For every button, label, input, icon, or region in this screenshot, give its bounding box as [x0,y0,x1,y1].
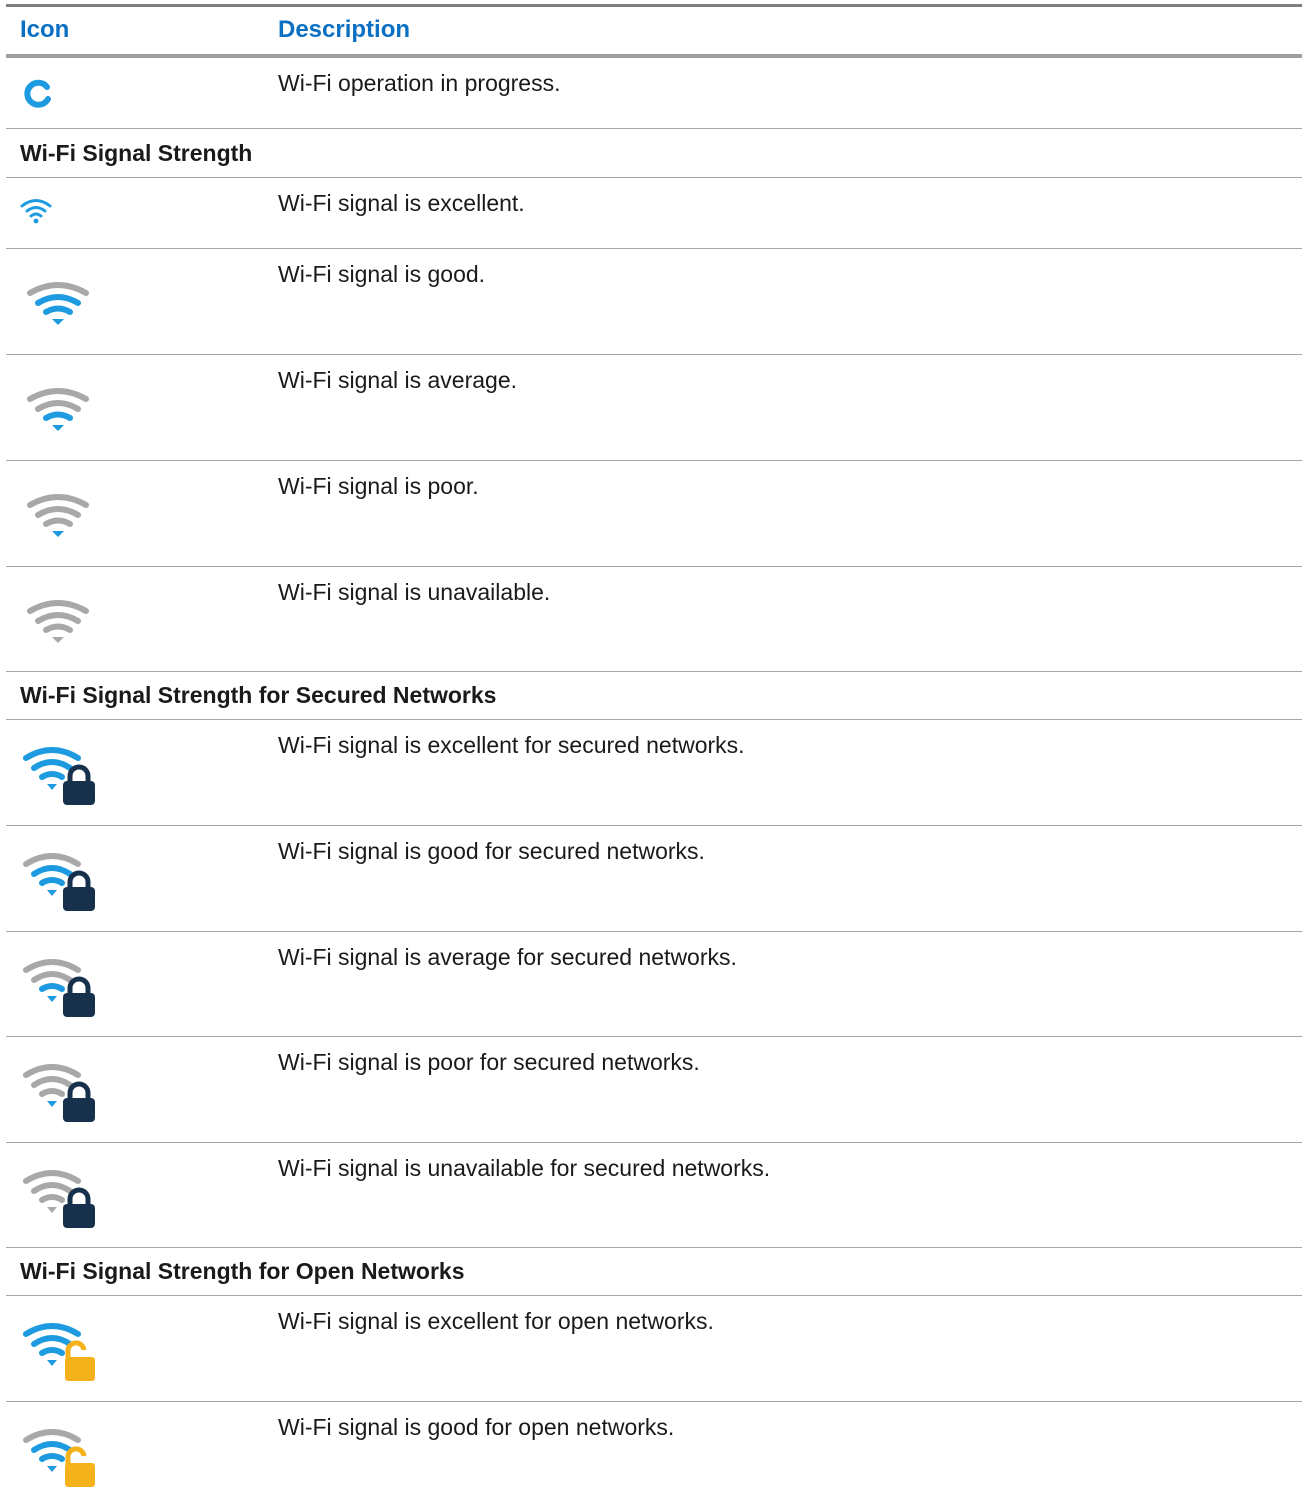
header-description: Description [278,16,411,43]
table-row: Wi-Fi signal is excellent for open netwo… [6,1296,1302,1402]
table-row: Wi-Fi signal is poor. [6,461,1302,567]
row-description: Wi-Fi signal is poor. [278,473,479,499]
row-description: Wi-Fi signal is excellent for open netwo… [278,1308,714,1334]
row-description: Wi-Fi signal is excellent. [278,190,525,216]
table-row: Wi-Fi signal is average. [6,355,1302,461]
wifi-secured-good-icon [18,850,108,934]
wifi-average-icon [18,383,108,467]
row-description: Wi-Fi signal is unavailable. [278,579,551,605]
section-header: Wi-Fi Signal Strength [6,129,1302,178]
wifi-secured-average-icon [18,956,108,1040]
wifi-unavailable-icon [18,595,108,679]
section-header: Wi-Fi Signal Strength for Secured Networ… [6,672,1302,720]
section-title: Wi-Fi Signal Strength for Open Networks [20,1258,465,1284]
wifi-progress-icon [18,74,58,114]
row-description: Wi-Fi signal is average for secured netw… [278,944,737,970]
section-title: Wi-Fi Signal Strength [20,140,253,166]
wifi-excellent-icon [18,196,54,226]
row-description: Wi-Fi signal is average. [278,367,518,393]
row-description: Wi-Fi operation in progress. [278,70,561,96]
wifi-good-icon [18,277,108,361]
table-row: Wi-Fi signal is unavailable. [6,567,1302,672]
section-title: Wi-Fi Signal Strength for Secured Networ… [20,682,497,708]
table-row: Wi-Fi signal is good for open networks. [6,1402,1302,1500]
row-description: Wi-Fi signal is good for open networks. [278,1414,675,1440]
table-row: Wi-Fi signal is unavailable for secured … [6,1143,1302,1248]
table-row: Wi-Fi signal is poor for secured network… [6,1037,1302,1143]
row-description: Wi-Fi signal is poor for secured network… [278,1049,700,1075]
wifi-secured-unavailable-icon [18,1167,108,1251]
table-row: Wi-Fi signal is good. [6,249,1302,355]
wifi-secured-excellent-icon [18,744,108,828]
row-description: Wi-Fi signal is good for secured network… [278,838,705,864]
section-header: Wi-Fi Signal Strength for Open Networks [6,1248,1302,1296]
table-row: Wi-Fi operation in progress. [6,58,1302,129]
table-header: Icon Description [6,7,1302,58]
row-description: Wi-Fi signal is good. [278,261,486,287]
table-row: Wi-Fi signal is average for secured netw… [6,932,1302,1037]
table-row: Wi-Fi signal is excellent for secured ne… [6,720,1302,826]
wifi-open-good-icon [18,1426,108,1510]
row-description: Wi-Fi signal is unavailable for secured … [278,1155,771,1181]
wifi-open-excellent-icon [18,1320,108,1404]
header-icon: Icon [20,16,70,43]
wifi-poor-icon [18,489,108,573]
table-row: Wi-Fi signal is good for secured network… [6,826,1302,932]
table-row: Wi-Fi signal is excellent. [6,178,1302,249]
row-description: Wi-Fi signal is excellent for secured ne… [278,732,745,758]
wifi-secured-poor-icon [18,1061,108,1145]
